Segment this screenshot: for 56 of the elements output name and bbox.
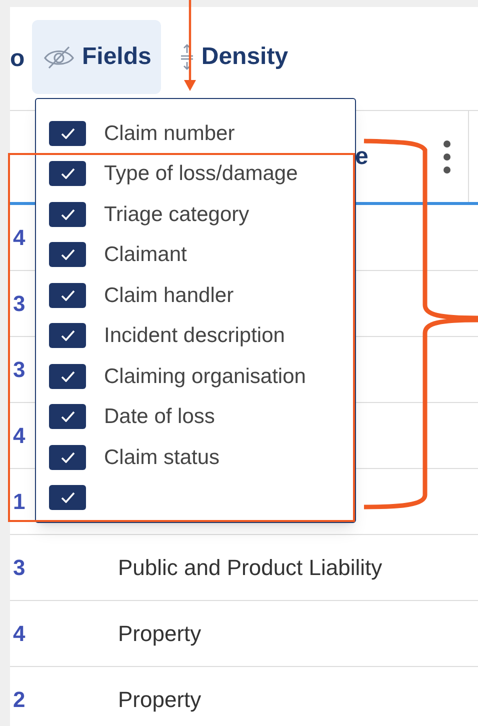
check-icon [60,330,74,342]
column-header: e [355,142,368,172]
checkbox[interactable] [49,282,86,308]
checkbox[interactable] [49,485,86,510]
menu-item-label: Incident description [104,323,285,349]
table-cell-text: Property [118,686,202,714]
more-options-icon[interactable] [442,140,452,174]
check-icon [60,290,74,301]
menu-item-label: Type of loss/damage [104,161,298,187]
menu-item[interactable]: Date of loss [49,396,342,437]
table-cell-text: Property [118,620,202,648]
checkbox[interactable] [49,120,86,146]
toolbar-text: o [10,44,24,74]
check-icon [60,249,74,260]
table-cell: 1 [13,489,26,514]
menu-item-label: Claim number [104,120,235,146]
check-icon [60,452,74,463]
table-cell: 4 [13,423,26,448]
menu-item-label: Claiming organisation [104,364,306,390]
menu-item[interactable]: Claim number [49,113,342,154]
checkbox[interactable] [49,404,86,430]
check-icon [60,411,74,422]
menu-item[interactable]: Claiming organisation [49,356,342,396]
menu-item[interactable]: Claimant [49,234,342,275]
check-icon [60,370,74,382]
check-icon [60,492,74,504]
checkbox[interactable] [49,161,86,186]
menu-item-label: Date of loss [104,404,215,430]
table-cell: 3 [13,555,26,580]
table-cell: 4 [13,621,26,646]
checkbox[interactable] [49,242,86,268]
menu-item-label: Triage category [104,202,250,228]
menu-item[interactable]: Triage category [49,194,342,234]
menu-item[interactable]: Claim status [49,437,342,478]
check-icon [60,168,74,180]
menu-item[interactable]: Incident description [49,316,342,356]
menu-item-label: Claim handler [104,282,234,308]
table-cell: 4 [13,225,26,250]
checkbox[interactable] [49,444,86,470]
menu-item-label: Claimant [104,242,187,268]
checkbox[interactable] [49,364,86,389]
menu-item[interactable]: Claim handler [49,275,342,316]
checkbox[interactable] [49,323,86,348]
table-cell: 3 [13,357,26,382]
fields-button[interactable]: Fields [32,20,162,94]
table-cell-text: Public and Product Liability [118,554,382,582]
menu-item[interactable]: Type of loss/damage [49,154,342,194]
check-icon [60,208,74,220]
menu-item-label: Claim status [104,444,220,470]
checkbox[interactable] [49,202,86,227]
density-icon [179,42,196,70]
eye-slash-icon [42,44,76,70]
table-cell: 3 [13,291,26,316]
table-cell: 2 [13,687,26,712]
density-button[interactable]: Density [169,20,298,94]
check-icon [60,128,74,139]
